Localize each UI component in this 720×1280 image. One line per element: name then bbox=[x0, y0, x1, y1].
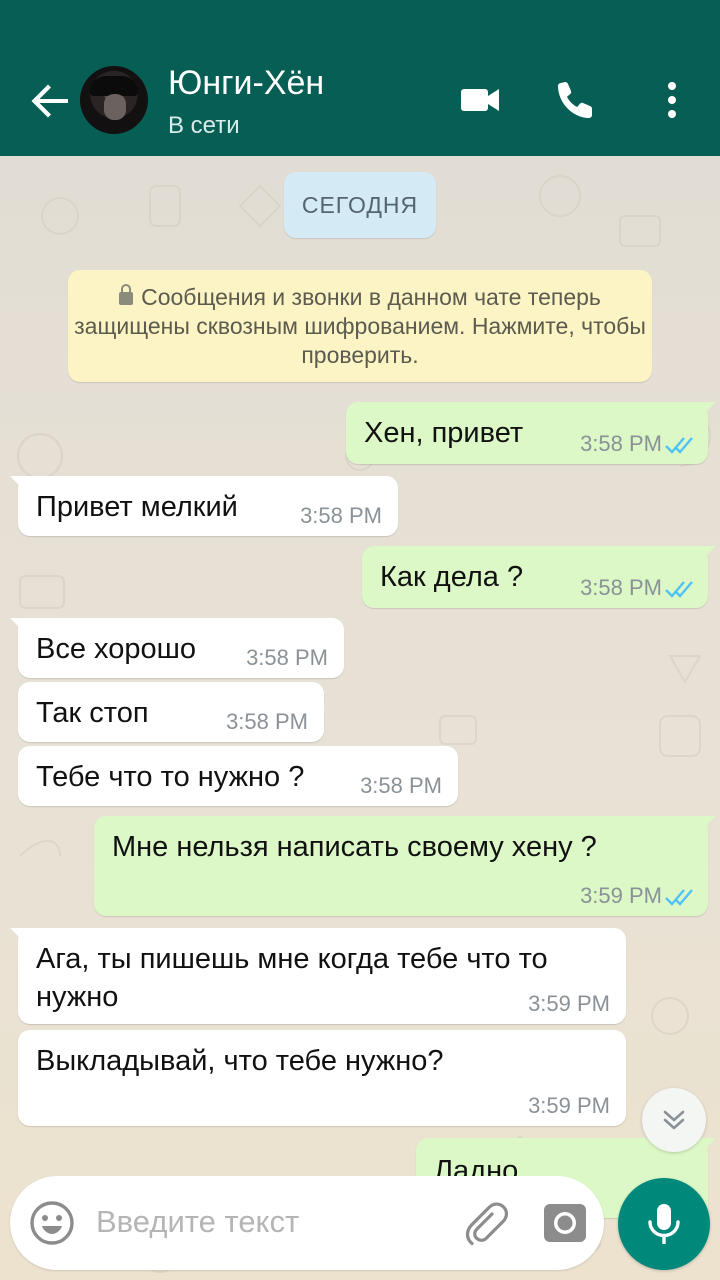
message-bubble-incoming[interactable]: Так стоп 3:58 PM bbox=[18, 682, 324, 742]
message-time: 3:58 PM bbox=[360, 773, 442, 798]
message-bubble-incoming[interactable]: Тебе что то нужно ? 3:58 PM bbox=[18, 746, 458, 806]
video-call-icon[interactable] bbox=[458, 78, 502, 122]
phone-icon[interactable] bbox=[554, 78, 598, 122]
message-text: Привет мелкий bbox=[36, 491, 238, 523]
message-text: Как дела ? bbox=[380, 561, 524, 593]
message-bubble-incoming[interactable]: Ага, ты пишешь мне когда тебе что то нуж… bbox=[18, 928, 626, 1024]
message-time: 3:58 PM bbox=[300, 503, 382, 528]
contact-status: В сети bbox=[168, 112, 240, 139]
double-check-icon bbox=[665, 437, 693, 454]
voice-record-button[interactable] bbox=[618, 1178, 710, 1270]
encryption-notice[interactable]: Сообщения и звонки в данном чате теперь … bbox=[68, 270, 652, 382]
message-text: Тебе что то нужно ? bbox=[36, 761, 305, 793]
message-time: 3:59 PM bbox=[528, 991, 610, 1016]
message-time: 3:58 PM bbox=[246, 645, 328, 670]
contact-name[interactable]: Юнги-Хён bbox=[168, 64, 324, 103]
back-arrow-icon[interactable] bbox=[28, 78, 74, 124]
message-input[interactable]: Введите текст bbox=[96, 1204, 299, 1240]
message-text: Мне нельзя написать своему хену ? bbox=[112, 831, 597, 863]
message-time: 3:58 PM bbox=[226, 709, 308, 734]
date-divider: СЕГОДНЯ bbox=[284, 172, 436, 238]
encryption-notice-text: Сообщения и звонки в данном чате теперь … bbox=[74, 284, 646, 368]
message-bubble-incoming[interactable]: Привет мелкий 3:58 PM bbox=[18, 476, 398, 536]
message-time: 3:58 PM bbox=[580, 431, 662, 456]
message-composer[interactable]: Введите текст bbox=[10, 1176, 604, 1270]
message-bubble-incoming[interactable]: Выкладывай, что тебе нужно? 3:59 PM bbox=[18, 1030, 626, 1126]
chat-header: Юнги-Хён В сети bbox=[0, 0, 720, 156]
camera-icon[interactable] bbox=[542, 1200, 588, 1246]
message-text: Выкладывай, что тебе нужно? bbox=[36, 1045, 444, 1077]
message-text: Так стоп bbox=[36, 697, 149, 729]
message-bubble-outgoing[interactable]: Мне нельзя написать своему хену ? 3:59 P… bbox=[94, 816, 708, 916]
scroll-to-bottom-button[interactable] bbox=[642, 1088, 706, 1152]
double-check-icon bbox=[665, 889, 693, 906]
message-time: 3:59 PM bbox=[528, 1093, 610, 1118]
message-bubble-outgoing[interactable]: Хен, привет 3:58 PM bbox=[346, 402, 708, 464]
microphone-icon bbox=[648, 1204, 680, 1244]
chat-area[interactable]: СЕГОДНЯ Сообщения и звонки в данном чате… bbox=[0, 156, 720, 1280]
message-text: Хен, привет bbox=[364, 417, 524, 449]
avatar[interactable] bbox=[80, 66, 148, 134]
paperclip-icon[interactable] bbox=[462, 1200, 508, 1246]
message-bubble-outgoing[interactable]: Как дела ? 3:58 PM bbox=[362, 546, 708, 608]
lock-icon bbox=[119, 284, 134, 305]
more-vert-icon[interactable] bbox=[650, 78, 694, 122]
message-text: Все хорошо bbox=[36, 633, 196, 665]
emoji-icon[interactable] bbox=[28, 1199, 76, 1247]
message-time: 3:58 PM bbox=[580, 575, 662, 600]
message-bubble-incoming[interactable]: Все хорошо 3:58 PM bbox=[18, 618, 344, 678]
chevron-double-down-icon bbox=[663, 1110, 685, 1130]
message-time: 3:59 PM bbox=[580, 883, 662, 908]
double-check-icon bbox=[665, 581, 693, 598]
